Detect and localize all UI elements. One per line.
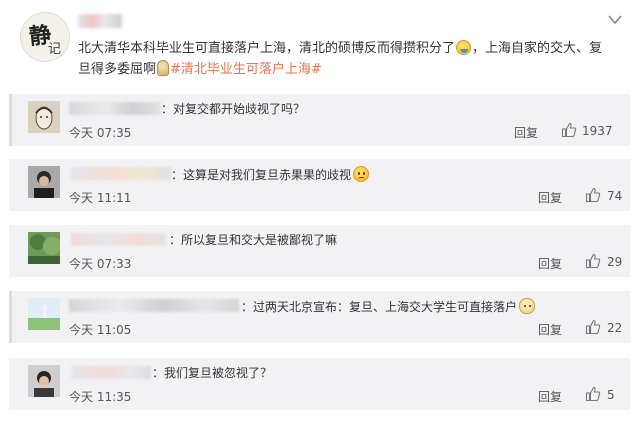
comment-text: ：过两天北京宣布：复旦、上海交大学生可直接落户 bbox=[241, 298, 536, 315]
thumbs-up-icon[interactable] bbox=[585, 253, 601, 269]
commenter-avatar[interactable] bbox=[28, 365, 60, 397]
commenter-name-redacted[interactable] bbox=[71, 167, 171, 180]
comment-text-content: ：所以复旦和交大是被鄙视了嘛 bbox=[169, 233, 338, 247]
thumbs-up-icon[interactable] bbox=[561, 122, 577, 138]
original-post: 静 记 北大清华本科毕业生可直接落户上海，清北的硕博反而得攒积分了 ，上海自家的交… bbox=[0, 0, 639, 92]
reply-button[interactable]: 回复 bbox=[538, 388, 562, 405]
commenter-name-redacted[interactable] bbox=[71, 233, 166, 246]
sad-face-emoji-icon bbox=[353, 166, 370, 182]
like-count: 29 bbox=[607, 255, 623, 269]
like-count: 22 bbox=[607, 321, 623, 335]
comment-time: 今天 11:05 bbox=[69, 323, 132, 337]
comment-left-bar bbox=[9, 291, 12, 343]
reply-button[interactable]: 回复 bbox=[514, 124, 538, 141]
sweat-emoji-icon bbox=[157, 60, 170, 76]
comment-time: 今天 11:11 bbox=[69, 191, 132, 205]
post-text-part-1: 北大清华本科毕业生可直接落户上海，清北的硕博反而得攒积分了 bbox=[78, 41, 456, 56]
comment-text: ：对复交都开始歧视了吗？ bbox=[161, 101, 305, 117]
thumbs-up-icon[interactable] bbox=[585, 187, 601, 203]
commenter-avatar[interactable] bbox=[28, 232, 60, 264]
hashtag-link[interactable]: #清北毕业生可落户上海# bbox=[170, 62, 322, 77]
commenter-name-redacted[interactable] bbox=[69, 299, 239, 312]
thumbs-up-icon[interactable] bbox=[585, 319, 601, 335]
author-avatar[interactable]: 静 记 bbox=[20, 12, 70, 62]
comment-item: ：我们复旦被忽视了？ 今天 11:35 回复 5 bbox=[9, 358, 630, 410]
commenter-avatar[interactable] bbox=[28, 298, 60, 330]
comment-item: ：这算是对我们复旦赤果果的歧视 今天 11:11 回复 74 bbox=[9, 159, 630, 211]
commenter-name-redacted[interactable] bbox=[69, 102, 161, 115]
comment-text-content: ：过两天北京宣布：复旦、上海交大学生可直接落户 bbox=[241, 300, 518, 314]
comment-item: ：所以复旦和交大是被鄙视了嘛 今天 07:33 回复 29 bbox=[9, 225, 630, 277]
sweat-smile-emoji-icon bbox=[456, 40, 472, 55]
thumbs-up-icon[interactable] bbox=[585, 386, 601, 402]
commenter-avatar[interactable] bbox=[28, 166, 60, 198]
like-count: 74 bbox=[607, 189, 623, 203]
comment-text-content: ：这算是对我们复旦赤果果的歧视 bbox=[171, 168, 352, 182]
comment-text: ：我们复旦被忽视了？ bbox=[152, 365, 272, 381]
reply-button[interactable]: 回复 bbox=[538, 255, 562, 272]
commenter-avatar[interactable] bbox=[28, 101, 60, 133]
like-count: 1937 bbox=[582, 124, 613, 138]
post-body: 北大清华本科毕业生可直接落户上海，清北的硕博反而得攒积分了 ，上海自家的交大、复旦… bbox=[78, 38, 608, 80]
comment-text: ：这算是对我们复旦赤果果的歧视 bbox=[171, 166, 370, 183]
comment-time: 今天 11:35 bbox=[69, 390, 132, 404]
comment-item: ：过两天北京宣布：复旦、上海交大学生可直接落户 今天 11:05 回复 22 bbox=[9, 291, 630, 343]
comment-time: 今天 07:33 bbox=[69, 257, 132, 271]
avatar-glyph-sub: 记 bbox=[48, 42, 62, 57]
author-name-redacted[interactable] bbox=[78, 14, 122, 28]
comment-time: 今天 07:35 bbox=[69, 126, 132, 140]
reply-button[interactable]: 回复 bbox=[538, 321, 562, 338]
comment-text: ：所以复旦和交大是被鄙视了嘛 bbox=[169, 232, 337, 248]
comment-left-bar bbox=[9, 94, 12, 146]
comment-item: ：对复交都开始歧视了吗？ 今天 07:35 回复 1937 bbox=[9, 94, 630, 146]
chevron-down-icon[interactable] bbox=[607, 14, 623, 26]
comment-text-content: ：对复交都开始歧视了吗？ bbox=[161, 102, 306, 116]
cat-face-emoji-icon bbox=[519, 298, 536, 314]
like-count: 5 bbox=[607, 388, 615, 402]
reply-button[interactable]: 回复 bbox=[538, 189, 562, 206]
commenter-name-redacted[interactable] bbox=[71, 366, 151, 379]
comment-text-content: ：我们复旦被忽视了？ bbox=[152, 366, 273, 380]
